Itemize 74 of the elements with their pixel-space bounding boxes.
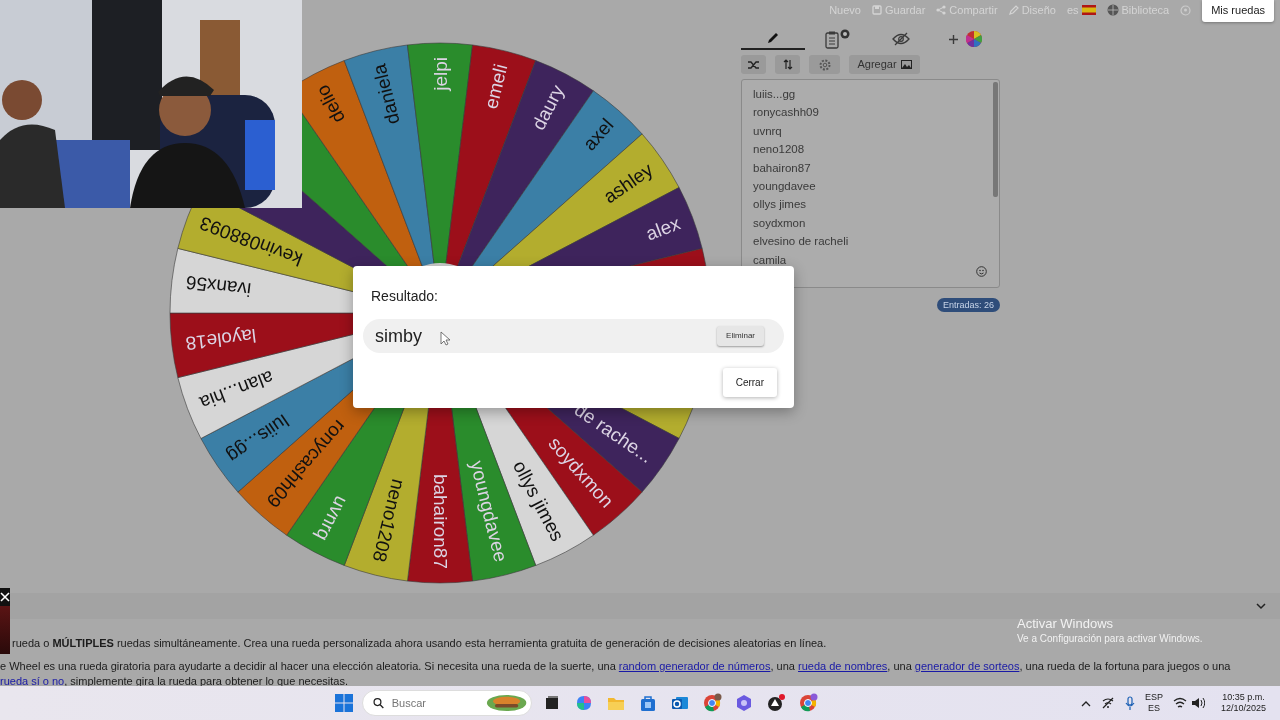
- entry-text: elvesino de racheli: [753, 234, 850, 250]
- chevron-down-icon[interactable]: [1256, 602, 1266, 610]
- description-text: rueda o MÚLTIPLES ruedas simultáneamente. Crea una rueda personalizada ahora usando esta herramienta gratuita de generación de decisiones aleatorias en línea.: [12, 636, 827, 651]
- entry-text: bahairon87: [753, 160, 812, 176]
- entry-text: neno1208: [753, 142, 806, 158]
- pencil-icon: [1008, 5, 1019, 15]
- my-wheels-button[interactable]: Mis ruedas: [1202, 0, 1274, 22]
- segment-label: alex: [643, 212, 684, 245]
- search-box[interactable]: Buscar: [362, 690, 532, 716]
- share-icon: [936, 5, 947, 15]
- store-icon[interactable]: [638, 693, 658, 713]
- segment-label: jelpi: [429, 57, 451, 91]
- language-indicator[interactable]: ESP ES: [1144, 692, 1163, 714]
- dialog-title: Resultado:: [371, 287, 439, 306]
- globe-icon: [1106, 4, 1119, 16]
- clipboard-list-icon: [824, 29, 850, 49]
- entry-count: Entradas: 26: [936, 298, 1000, 312]
- remove-button[interactable]: Eliminar: [717, 326, 764, 346]
- flag-icon: [1081, 5, 1096, 15]
- activation-title: Activar Windows: [1017, 616, 1115, 632]
- microphone-icon[interactable]: [1124, 696, 1135, 710]
- entry-text: ollys jimes: [753, 197, 808, 213]
- image-icon: [900, 60, 912, 69]
- text-link[interactable]: random generador de números: [618, 660, 771, 672]
- date-text: 12/10/2025: [1220, 703, 1266, 714]
- segment-label: daniela: [368, 61, 404, 127]
- search-highlight-icon: [485, 693, 527, 713]
- segment-label: layole18: [184, 324, 258, 355]
- wifi-icon[interactable]: [1172, 697, 1187, 709]
- eye-slash-icon: [892, 32, 910, 46]
- segment-label: daury: [527, 81, 569, 134]
- close-icon[interactable]: [0, 591, 10, 603]
- plus-icon: [948, 34, 958, 44]
- color-wheel-icon: [965, 31, 982, 47]
- layout-text: ES: [1146, 703, 1161, 714]
- search-field[interactable]: Buscar: [389, 693, 480, 713]
- entry-text: uvnrq: [753, 123, 783, 139]
- close-button[interactable]: Cerrar: [722, 368, 777, 397]
- entry-text: youngdavee: [753, 179, 817, 195]
- save-icon: [871, 5, 882, 15]
- entry-text: luiis...gg: [753, 87, 797, 102]
- segment-label: ivanx56: [184, 271, 253, 301]
- browser-icon[interactable]: [702, 693, 722, 713]
- pencil-icon: [766, 31, 780, 45]
- sort-button[interactable]: [775, 55, 800, 74]
- segment-label: emeli: [480, 61, 512, 112]
- start-icon[interactable]: [334, 693, 354, 713]
- entries-field[interactable]: luiis...gg ronycashh09 uvnrq neno1208 bahairon87 youngdavee ollys jimes soydxmon elvesino de racheli camila: [741, 79, 1000, 288]
- browser-icon[interactable]: [798, 693, 818, 713]
- scrollbar[interactable]: [993, 82, 998, 197]
- entry-text: soydxmon: [753, 215, 807, 231]
- entry-text: camila: [753, 252, 788, 268]
- time-text: 10:35 p.m.: [1221, 692, 1266, 703]
- cursor-icon: [440, 331, 450, 346]
- network-icon[interactable]: [1100, 696, 1115, 710]
- app-icon[interactable]: [766, 693, 786, 713]
- result-text: simby: [375, 324, 422, 348]
- segment-label: bahairon87: [429, 473, 451, 569]
- language-text: ESP: [1144, 692, 1163, 703]
- shuffle-button[interactable]: [741, 55, 766, 74]
- copilot-icon[interactable]: [574, 693, 594, 713]
- activation-text: Ve a Configuración para activar Windows.: [1017, 632, 1203, 645]
- entry-text: ronycashh09: [753, 105, 820, 121]
- sort-icon: [782, 59, 793, 70]
- segment-label: neno1208: [368, 476, 410, 565]
- volume-icon[interactable]: [1190, 697, 1205, 709]
- segment-label: delio: [311, 81, 349, 127]
- shuffle-icon: [748, 59, 759, 70]
- settings-icon: [818, 58, 831, 71]
- search-icon: [373, 697, 384, 709]
- chevron-up-icon[interactable]: [1080, 699, 1091, 707]
- clock[interactable]: 10:35 p.m. 12/10/2025: [1220, 692, 1266, 714]
- add-button[interactable]: Agregar: [849, 55, 920, 74]
- emoji-icon[interactable]: [976, 266, 987, 277]
